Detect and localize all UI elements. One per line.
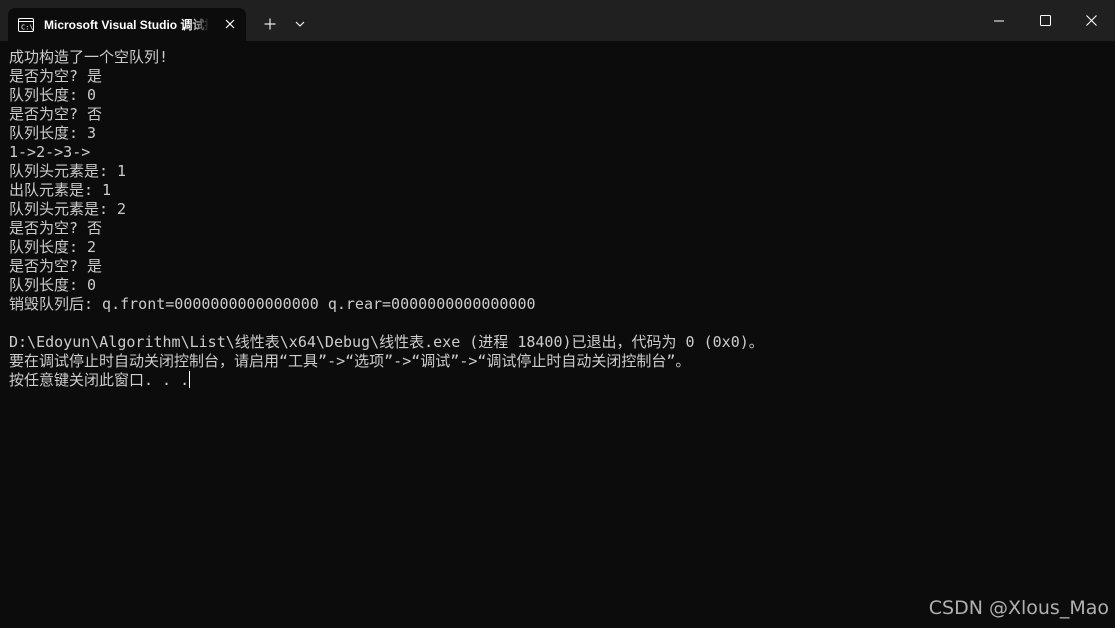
console-line: 要在调试停止时自动关闭控制台，请启用“工具”->“选项”->“调试”->“调试停… bbox=[9, 352, 691, 370]
terminal-window: C:\ Microsoft Visual Studio 调试控制台 bbox=[0, 0, 1115, 628]
console-line: 销毁队列后: q.front=0000000000000000 q.rear=0… bbox=[9, 295, 536, 313]
console-line: 队列长度: 0 bbox=[9, 86, 97, 104]
plus-icon[interactable] bbox=[258, 12, 282, 36]
maximize-icon[interactable] bbox=[1022, 0, 1068, 41]
console-line: 队列长度: 2 bbox=[9, 238, 97, 256]
console-line: 按任意键关闭此窗口. . . bbox=[9, 371, 190, 389]
console-line: 1->2->3-> bbox=[9, 143, 91, 161]
console-line: 是否为空? 否 bbox=[9, 105, 103, 123]
console-app-icon: C:\ bbox=[18, 17, 34, 33]
tab-title: Microsoft Visual Studio 调试控制台 bbox=[44, 18, 209, 32]
console-prompt-line: 按任意键关闭此窗口. . . bbox=[9, 371, 1109, 390]
tab-close-icon[interactable] bbox=[222, 16, 238, 32]
console-line: 队列头元素是: 1 bbox=[9, 162, 127, 180]
console-line: 是否为空? 是 bbox=[9, 67, 103, 85]
close-icon[interactable] bbox=[1068, 0, 1115, 41]
console-line: D:\Edoyun\Algorithm\List\线性表\x64\Debug\线… bbox=[9, 333, 764, 351]
minimize-icon[interactable] bbox=[976, 0, 1022, 41]
console-output[interactable]: 成功构造了一个空队列! 是否为空? 是 队列长度: 0 是否为空? 否 队列长度… bbox=[9, 48, 1109, 608]
console-line: 是否为空? 是 bbox=[9, 257, 103, 275]
console-line: 队列头元素是: 2 bbox=[9, 200, 127, 218]
title-bar[interactable]: C:\ Microsoft Visual Studio 调试控制台 bbox=[0, 0, 1115, 41]
chevron-down-icon[interactable] bbox=[288, 12, 312, 36]
text-cursor bbox=[189, 371, 191, 388]
watermark: CSDN @Xlous_Mao bbox=[928, 597, 1109, 619]
tab-debug-console[interactable]: C:\ Microsoft Visual Studio 调试控制台 bbox=[8, 8, 246, 41]
console-line: 是否为空? 否 bbox=[9, 219, 103, 237]
console-line: 成功构造了一个空队列! bbox=[9, 48, 169, 66]
svg-text:C:\: C:\ bbox=[21, 23, 34, 31]
console-line: 出队元素是: 1 bbox=[9, 181, 112, 199]
console-line: 队列长度: 0 bbox=[9, 276, 97, 294]
console-line: 队列长度: 3 bbox=[9, 124, 97, 142]
